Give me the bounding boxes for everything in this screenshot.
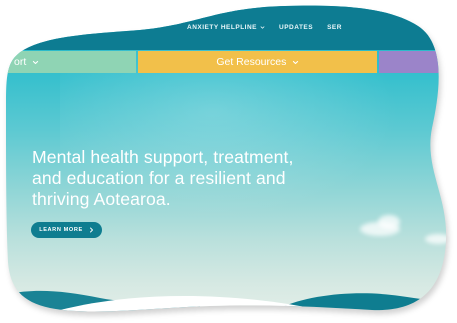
tab-label: ort <box>14 56 27 68</box>
tab-label: Get Resources <box>216 56 287 68</box>
nav-item-updates[interactable]: UPDATES <box>279 24 313 31</box>
tab-get-resources[interactable]: Get Resources <box>138 51 377 73</box>
chevron-right-icon <box>89 227 94 233</box>
hero-headline-line: and education for a resilient and <box>32 168 286 188</box>
nav-item-label: SER <box>327 24 342 31</box>
category-tab-bar: ort Get Resources <box>0 51 457 73</box>
learn-more-label: LEARN MORE <box>39 227 83 233</box>
hero-headline: Mental health support, treatment, and ed… <box>32 147 332 210</box>
nav-item-label: UPDATES <box>279 24 314 31</box>
learn-more-button[interactable]: LEARN MORE <box>31 222 102 238</box>
hero-blob: ANXIETY HELPLINE UPDATES SER ort Get Res… <box>0 0 457 323</box>
top-navigation: ANXIETY HELPLINE UPDATES SER <box>187 24 342 31</box>
chevron-down-icon <box>260 25 265 30</box>
chevron-down-icon <box>292 59 299 66</box>
nav-item-label: ANXIETY HELPLINE <box>187 24 258 31</box>
hero-headline-line: Mental health support, treatment, <box>32 147 294 167</box>
nav-item-services[interactable]: SER <box>327 24 342 31</box>
hero-headline-line: thriving Aotearoa. <box>32 189 171 209</box>
chevron-down-icon <box>32 59 39 66</box>
tab-get-support[interactable]: ort <box>0 51 136 73</box>
hero-screenshot: ANXIETY HELPLINE UPDATES SER ort Get Res… <box>0 0 457 323</box>
nav-item-anxiety-helpline[interactable]: ANXIETY HELPLINE <box>187 24 265 31</box>
